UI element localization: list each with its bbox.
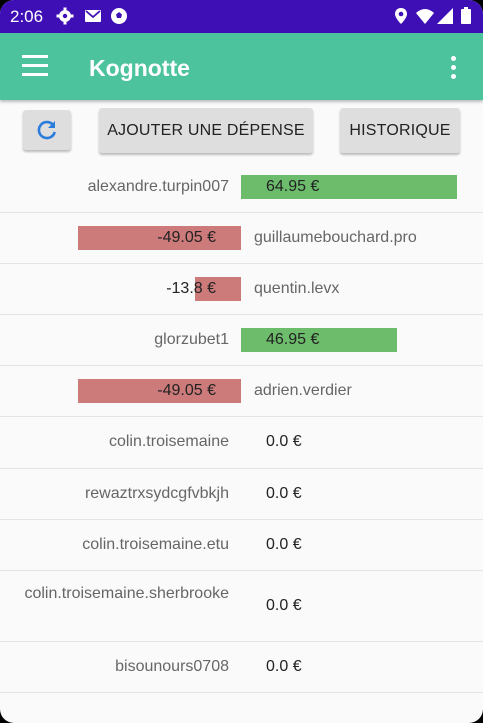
user-name: colin.troisemaine	[108, 433, 229, 450]
user-name: colin.troisemaine.etu	[82, 536, 229, 553]
user-name: guillaumebouchard.pro	[254, 229, 417, 246]
user-name: alexandre.turpin007	[87, 178, 229, 195]
balance-row: glorzubet1 46.95 €	[0, 314, 483, 366]
balance-row: colin.troisemaine.sherbrooke 0.0 €	[0, 570, 483, 642]
balance-amount: 0.0 €	[266, 536, 302, 553]
user-name: bisounours0708	[115, 658, 229, 675]
balance-row: -49.05 € adrien.verdier	[0, 365, 483, 417]
status-bar: 2:06	[0, 0, 483, 33]
balance-amount: -13.8 €	[166, 280, 216, 297]
balance-amount: 64.95 €	[266, 178, 320, 195]
balance-row: bisounours0708 0.0 €	[0, 641, 483, 693]
balance-amount: 0.0 €	[266, 433, 302, 450]
balance-row: colin.troisemaine 0.0 €	[0, 416, 483, 469]
balance-amount: 0.0 €	[266, 485, 302, 502]
app-bar: Kognotte	[0, 33, 483, 100]
balance-row: rewaztrxsydcgfvbkjh 0.0 €	[0, 468, 483, 520]
balance-row: -49.05 € guillaumebouchard.pro	[0, 212, 483, 264]
refresh-icon	[37, 120, 56, 140]
settings-icon	[56, 7, 74, 25]
wifi-icon	[416, 9, 434, 24]
balance-amount: 46.95 €	[266, 331, 320, 348]
status-time: 2:06	[10, 7, 44, 26]
mail-icon	[85, 10, 101, 22]
hamburger-menu-icon[interactable]	[22, 55, 48, 77]
app-title: Kognotte	[89, 55, 190, 81]
history-button[interactable]: HISTORIQUE	[340, 108, 460, 153]
add-expense-button[interactable]: AJOUTER UNE DÉPENSE	[99, 108, 313, 153]
location-icon	[395, 8, 407, 24]
balance-row: -13.8 € quentin.levx	[0, 263, 483, 315]
soccer-ball-icon	[111, 8, 127, 24]
balance-amount: -49.05 €	[157, 382, 216, 399]
battery-icon	[461, 7, 471, 24]
signal-icon	[437, 8, 453, 24]
balance-row: colin.troisemaine.etu 0.0 €	[0, 519, 483, 571]
overflow-menu-icon[interactable]	[451, 56, 459, 80]
user-name: rewaztrxsydcgfvbkjh	[84, 485, 229, 502]
balance-amount: -49.05 €	[157, 229, 216, 246]
user-name: quentin.levx	[254, 280, 340, 297]
refresh-button[interactable]	[23, 110, 71, 150]
balance-row: alexandre.turpin007 64.95 €	[0, 162, 483, 213]
balance-amount: 0.0 €	[266, 597, 302, 614]
app-screen: 2:06 Kognotte AJOUTER UNE DÉPENSE HISTOR…	[0, 0, 483, 723]
user-name: adrien.verdier	[254, 382, 352, 399]
user-name: colin.troisemaine.sherbrooke	[24, 585, 229, 602]
balance-amount: 0.0 €	[266, 658, 302, 675]
user-name: glorzubet1	[154, 331, 229, 348]
